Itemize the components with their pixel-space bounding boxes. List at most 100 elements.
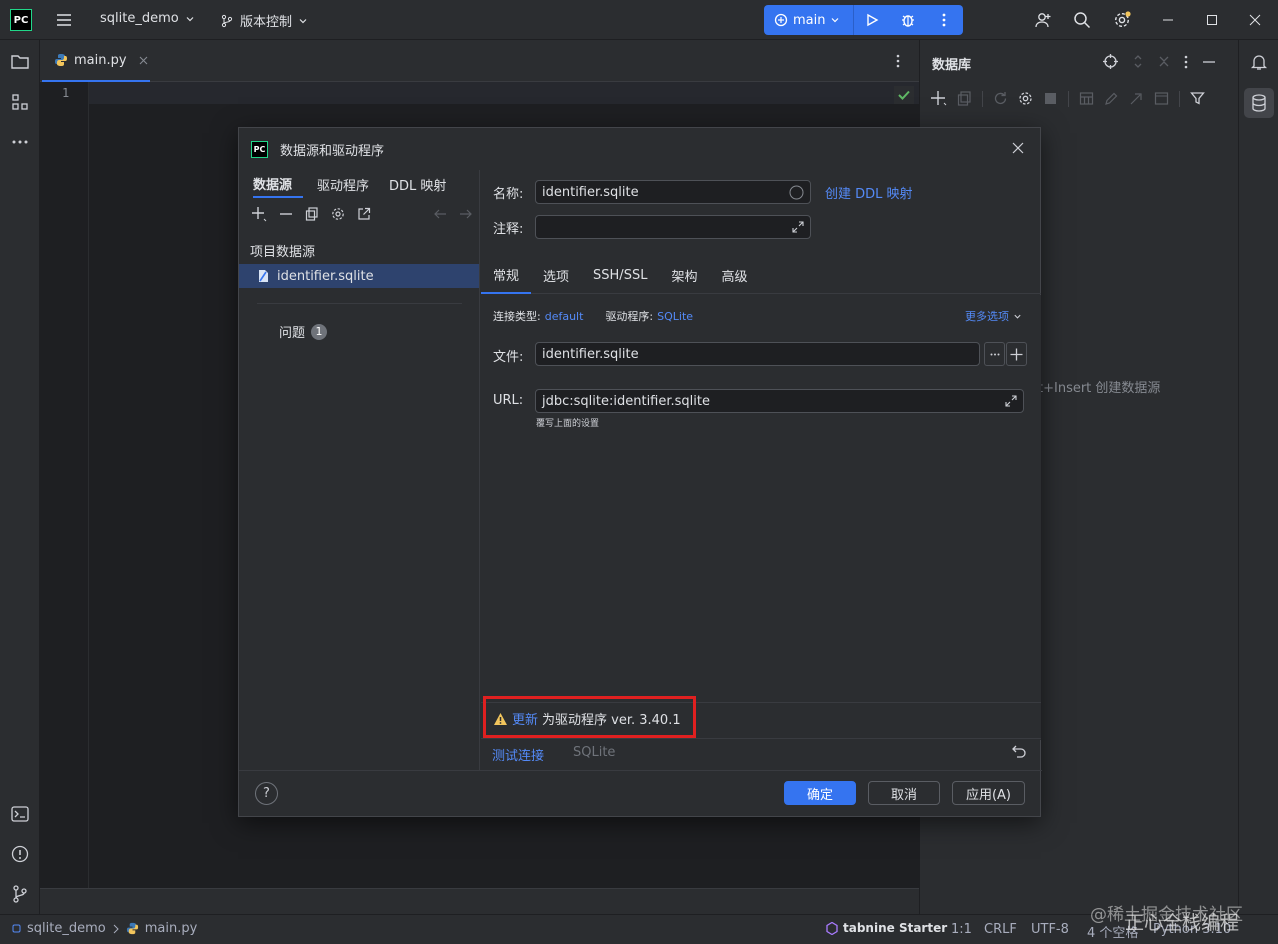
- breadcrumb-project[interactable]: sqlite_demo: [27, 921, 106, 936]
- conn-type-selector[interactable]: default: [545, 310, 584, 323]
- git-tool-button[interactable]: [8, 882, 32, 906]
- run-config-label: main: [793, 12, 826, 28]
- add-user-icon: [1035, 13, 1051, 28]
- table-icon[interactable]: [1079, 91, 1094, 106]
- expand-icon[interactable]: [1005, 395, 1017, 407]
- inspection-ok-indicator[interactable]: [894, 86, 914, 104]
- filter-icon[interactable]: [1190, 91, 1205, 106]
- warning-icon: [494, 712, 507, 725]
- url-input[interactable]: jdbc:sqlite:identifier.sqlite: [535, 389, 1024, 413]
- more-vertical-icon: [942, 13, 946, 27]
- collapse-all-icon[interactable]: [1158, 54, 1170, 69]
- more-options-button[interactable]: 更多选项: [965, 308, 1022, 324]
- minimize-button[interactable]: [1153, 5, 1183, 35]
- file-input[interactable]: identifier.sqlite: [535, 342, 980, 366]
- stop-icon[interactable]: [1043, 91, 1058, 106]
- problems-item[interactable]: 问题 1: [279, 322, 328, 341]
- tab-ssh-ssl[interactable]: SSH/SSL: [581, 258, 659, 294]
- breadcrumb-file[interactable]: main.py: [145, 921, 198, 936]
- database-tool-button[interactable]: [1244, 88, 1274, 118]
- pycharm-logo-icon[interactable]: PC: [10, 9, 32, 31]
- problems-tool-button[interactable]: [8, 842, 32, 866]
- expand-collapse-icon[interactable]: [1132, 54, 1144, 69]
- current-line-highlight: [89, 82, 919, 104]
- remove-icon[interactable]: [279, 207, 293, 221]
- main-menu-icon[interactable]: [55, 11, 73, 29]
- gear-icon: [1114, 11, 1131, 28]
- project-selector[interactable]: sqlite_demo: [100, 11, 195, 26]
- tab-schemas[interactable]: 架构: [659, 258, 709, 294]
- console-icon[interactable]: [1154, 91, 1169, 106]
- name-input-value: identifier.sqlite: [542, 184, 639, 200]
- file-encoding[interactable]: UTF-8: [1031, 922, 1069, 937]
- project-tool-button[interactable]: [8, 50, 32, 74]
- comment-input[interactable]: [535, 215, 811, 239]
- code-with-me-button[interactable]: [1028, 5, 1058, 35]
- ok-button[interactable]: 确定: [784, 781, 856, 805]
- hide-panel-icon[interactable]: [1202, 55, 1216, 69]
- name-input[interactable]: identifier.sqlite: [535, 180, 811, 204]
- reset-button[interactable]: [1012, 744, 1026, 758]
- run-config-selector[interactable]: main: [764, 5, 854, 35]
- gear-icon[interactable]: [331, 207, 345, 221]
- forward-arrow-icon[interactable]: [459, 207, 473, 221]
- settings-button[interactable]: [1107, 5, 1137, 35]
- back-arrow-icon[interactable]: [433, 207, 447, 221]
- tab-general[interactable]: 常规: [481, 258, 532, 294]
- tab-options[interactable]: 选项: [531, 258, 581, 294]
- tab-ddl-label: DDL 映射: [389, 178, 447, 194]
- test-connection-link[interactable]: 测试连接: [492, 745, 544, 764]
- add-icon[interactable]: [930, 90, 947, 107]
- editor-tab-options[interactable]: [896, 54, 900, 68]
- file-label: 文件:: [493, 350, 524, 365]
- dialog-close-button[interactable]: [1012, 142, 1024, 154]
- edit-icon[interactable]: [1104, 91, 1119, 106]
- tab-advanced[interactable]: 高级: [709, 258, 759, 294]
- tab-advanced-label: 高级: [721, 270, 748, 285]
- driver-selector[interactable]: SQLite: [657, 310, 693, 323]
- tab-main-py[interactable]: main.py: [42, 40, 150, 82]
- more-horizontal-icon: [12, 140, 28, 144]
- more-vertical-icon[interactable]: [1184, 55, 1188, 69]
- tab-ddl-mappings[interactable]: DDL 映射: [389, 170, 446, 198]
- run-button[interactable]: [854, 5, 890, 35]
- refresh-icon[interactable]: [993, 91, 1008, 106]
- caret-position[interactable]: 1:1: [951, 922, 972, 937]
- tabnine-widget[interactable]: tabnine Starter: [826, 921, 947, 935]
- notifications-button[interactable]: [1247, 50, 1271, 74]
- terminal-tool-button[interactable]: [8, 802, 32, 826]
- cancel-button[interactable]: 取消: [868, 781, 940, 805]
- run-widget: main: [764, 5, 963, 35]
- close-window-button[interactable]: [1240, 5, 1270, 35]
- add-icon[interactable]: [251, 206, 267, 222]
- browse-file-button[interactable]: [984, 342, 1005, 366]
- more-tools-button[interactable]: [8, 130, 32, 154]
- database-panel-title: 数据库: [932, 58, 972, 73]
- update-driver-link[interactable]: 更新: [512, 709, 538, 728]
- search-button[interactable]: [1067, 5, 1097, 35]
- jump-icon[interactable]: [1129, 91, 1144, 106]
- datasource-item-identifier[interactable]: identifier.sqlite: [239, 264, 479, 288]
- tab-drivers[interactable]: 驱动程序: [317, 170, 369, 198]
- connection-type-row: 连接类型: default 驱动程序: SQLite: [493, 308, 693, 324]
- apply-button[interactable]: 应用(A): [952, 781, 1025, 805]
- export-icon[interactable]: [357, 207, 371, 221]
- debug-button[interactable]: [890, 5, 926, 35]
- more-horizontal-icon: [990, 353, 999, 355]
- line-separator[interactable]: CRLF: [984, 922, 1017, 937]
- create-ddl-mapping-link[interactable]: 创建 DDL 映射: [825, 183, 913, 202]
- structure-tool-button[interactable]: [8, 90, 32, 114]
- copy-icon[interactable]: [957, 91, 972, 106]
- more-run-actions-button[interactable]: [926, 5, 962, 35]
- gear-icon[interactable]: [1018, 91, 1033, 106]
- help-button[interactable]: ?: [255, 782, 278, 805]
- close-icon[interactable]: [139, 56, 148, 65]
- expand-icon[interactable]: [792, 221, 804, 233]
- maximize-button[interactable]: [1197, 5, 1227, 35]
- color-picker-icon[interactable]: [789, 185, 804, 200]
- create-file-button[interactable]: [1006, 342, 1027, 366]
- crosshair-icon[interactable]: [1103, 54, 1118, 69]
- tab-datasources[interactable]: 数据源: [253, 170, 303, 198]
- vcs-selector[interactable]: 版本控制: [220, 11, 308, 30]
- copy-icon[interactable]: [305, 207, 319, 221]
